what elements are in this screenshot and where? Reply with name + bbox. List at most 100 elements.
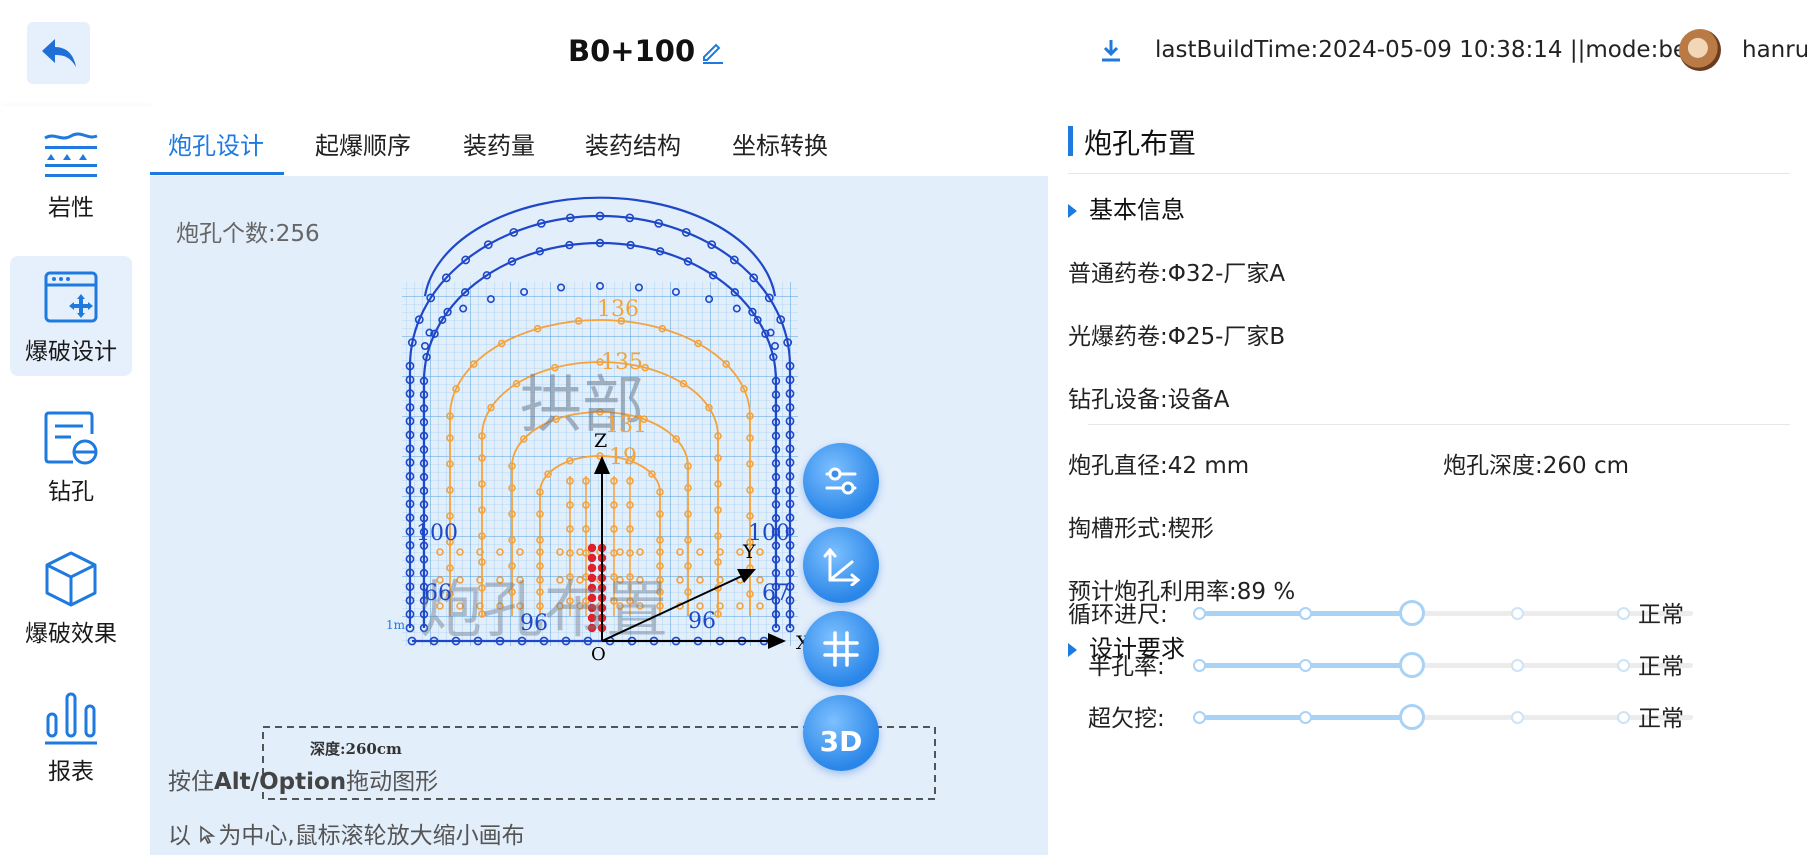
axis-icon [823, 547, 861, 586]
avatar[interactable] [1679, 29, 1721, 71]
slider-step-dot[interactable] [1299, 711, 1312, 724]
back-button[interactable] [27, 22, 90, 84]
hole-diameter-field: 炮孔直径:42 mm [1068, 453, 1250, 479]
tab-underline [150, 172, 284, 175]
main-area: 炮孔设计 起爆顺序 装药量 装药结构 坐标转换 炮孔个数:256 深度:260c… [150, 106, 1048, 855]
cut-type-field: 掏槽形式:楔形 [1068, 516, 1214, 542]
drill-device-field: 钻孔设备:设备A [1068, 387, 1230, 413]
sliders-icon [825, 467, 857, 495]
tab-coordinate-transform[interactable]: 坐标转换 [732, 126, 828, 161]
caret-icon [1068, 643, 1077, 657]
tab-bar: 炮孔设计 起爆顺序 装药量 装药结构 坐标转换 [150, 106, 1048, 176]
slider-step-dot[interactable] [1511, 607, 1524, 620]
drag-hint: 按住Alt/Option拖动图形 [168, 769, 439, 795]
sidebar-label-report: 报表 [48, 759, 94, 785]
layer-settings-button[interactable] [803, 443, 879, 519]
sidebar-item-rock[interactable]: 岩性 [10, 118, 132, 238]
slider-step-dot[interactable] [1617, 607, 1630, 620]
label-100-left: 100 [416, 521, 458, 546]
bar-chart-icon [45, 692, 97, 745]
slider-step-dot[interactable] [1193, 607, 1206, 620]
section-basic-info[interactable]: 基本信息 [1068, 190, 1185, 225]
sidebar-label-drill: 钻孔 [48, 479, 94, 505]
slider-step-dot[interactable] [1299, 607, 1312, 620]
label-67: 67 [762, 581, 790, 606]
sidebar-label-blast-design: 爆破设计 [25, 339, 117, 365]
slider-step-dot[interactable] [1511, 659, 1524, 672]
tab-charge-amount[interactable]: 装药量 [463, 126, 535, 161]
label-135: 135 [601, 350, 643, 375]
tab-charge-structure[interactable]: 装药结构 [585, 126, 681, 161]
slider-step-dot[interactable] [1193, 659, 1206, 672]
depth-label: 深度:260cm [310, 740, 402, 758]
slider-handle[interactable] [1399, 704, 1425, 730]
smooth-charge-field: 光爆药卷:Φ25-厂家B [1068, 324, 1286, 350]
sidebar: 岩性 爆破设计 钻孔 爆破效果 报表 [0, 106, 150, 855]
build-info: lastBuildTime:2024-05-09 10:38:14 ||mode… [1155, 37, 1711, 63]
caret-icon [1068, 204, 1077, 218]
slider-step-dot[interactable] [1299, 659, 1312, 672]
axis-y-label: Y [742, 541, 756, 563]
3d-view-button[interactable]: 3D [803, 695, 879, 771]
header: B0+100 lastBuildTime:2024-05-09 10:38:14… [0, 0, 1807, 106]
grid-toggle-button[interactable] [803, 611, 879, 687]
sidebar-item-blast-design[interactable]: 爆破设计 [10, 256, 132, 376]
title-divider [1068, 173, 1790, 174]
sidebar-item-blast-effect[interactable]: 爆破效果 [10, 536, 132, 656]
slider-step-dot[interactable] [1193, 711, 1206, 724]
panel-title-accent [1068, 126, 1073, 156]
3d-icon: 3D [819, 724, 863, 758]
hole-depth-field: 炮孔深度:260 cm [1443, 453, 1630, 479]
label-66: 66 [424, 581, 452, 606]
slider-step-dot[interactable] [1511, 711, 1524, 724]
blast-hole[interactable] [587, 543, 597, 553]
download-icon[interactable] [1097, 37, 1125, 65]
coordinate-axis-button[interactable] [803, 527, 879, 603]
hole-layout-panel: 炮孔布置 基本信息 普通药卷:Φ32-厂家A 光爆药卷:Φ25-厂家B 钻孔设备… [1048, 106, 1807, 855]
slider-value: 正常 [1638, 654, 1684, 680]
label-96-right: 96 [688, 609, 716, 634]
rock-layers-icon [44, 132, 98, 177]
label-19: 19 [609, 445, 637, 470]
axis-z-label: Z [594, 430, 607, 452]
slider-value: 正常 [1638, 706, 1684, 732]
tab-hole-design[interactable]: 炮孔设计 [168, 126, 264, 161]
sidebar-item-report[interactable]: 报表 [10, 676, 132, 796]
zoom-hint: 以 为中心,鼠标滚轮放大缩小画布 [168, 823, 525, 849]
drill-icon [44, 411, 98, 465]
username[interactable]: hanrui [1742, 37, 1807, 63]
label-136: 136 [597, 297, 639, 322]
normal-charge-field: 普通药卷:Φ32-厂家A [1068, 261, 1286, 287]
slider-handle[interactable] [1399, 600, 1425, 626]
panel-title: 炮孔布置 [1084, 127, 1197, 160]
requirement-slider[interactable] [1193, 600, 1693, 626]
requirement-slider[interactable] [1193, 704, 1693, 730]
slider-value: 正常 [1638, 602, 1684, 628]
sidebar-label-rock: 岩性 [48, 195, 94, 221]
requirement-slider[interactable] [1193, 652, 1693, 678]
blast-design-canvas[interactable]: 深度:260cm 拱部 炮孔布置 136 135 131 19 100 100 … [150, 176, 1048, 855]
cube-icon [45, 551, 97, 607]
edit-icon[interactable] [700, 38, 726, 64]
slider-label: 半孔率: [1088, 654, 1165, 680]
cursor-icon [200, 825, 216, 845]
slider-handle[interactable] [1399, 652, 1425, 678]
page-title: B0+100 [568, 34, 696, 68]
blast-hole[interactable] [587, 553, 597, 563]
slider-label: 超欠挖: [1088, 706, 1165, 732]
sidebar-label-blast-effect: 爆破效果 [25, 621, 117, 647]
grid-icon [823, 631, 859, 667]
scale-label: 1m [386, 618, 406, 632]
origin-label: O [591, 644, 606, 665]
label-131: 131 [605, 413, 647, 438]
tab-detonation-order[interactable]: 起爆顺序 [315, 126, 411, 161]
slider-label: 循环进尺: [1068, 602, 1168, 628]
label-96-left: 96 [520, 611, 548, 636]
blast-hole[interactable] [587, 563, 597, 573]
blast-design-icon [44, 271, 98, 323]
slider-step-dot[interactable] [1617, 711, 1630, 724]
sidebar-item-drill[interactable]: 钻孔 [10, 396, 132, 516]
slider-step-dot[interactable] [1617, 659, 1630, 672]
info-divider [1088, 424, 1790, 425]
back-arrow-icon [41, 39, 76, 67]
